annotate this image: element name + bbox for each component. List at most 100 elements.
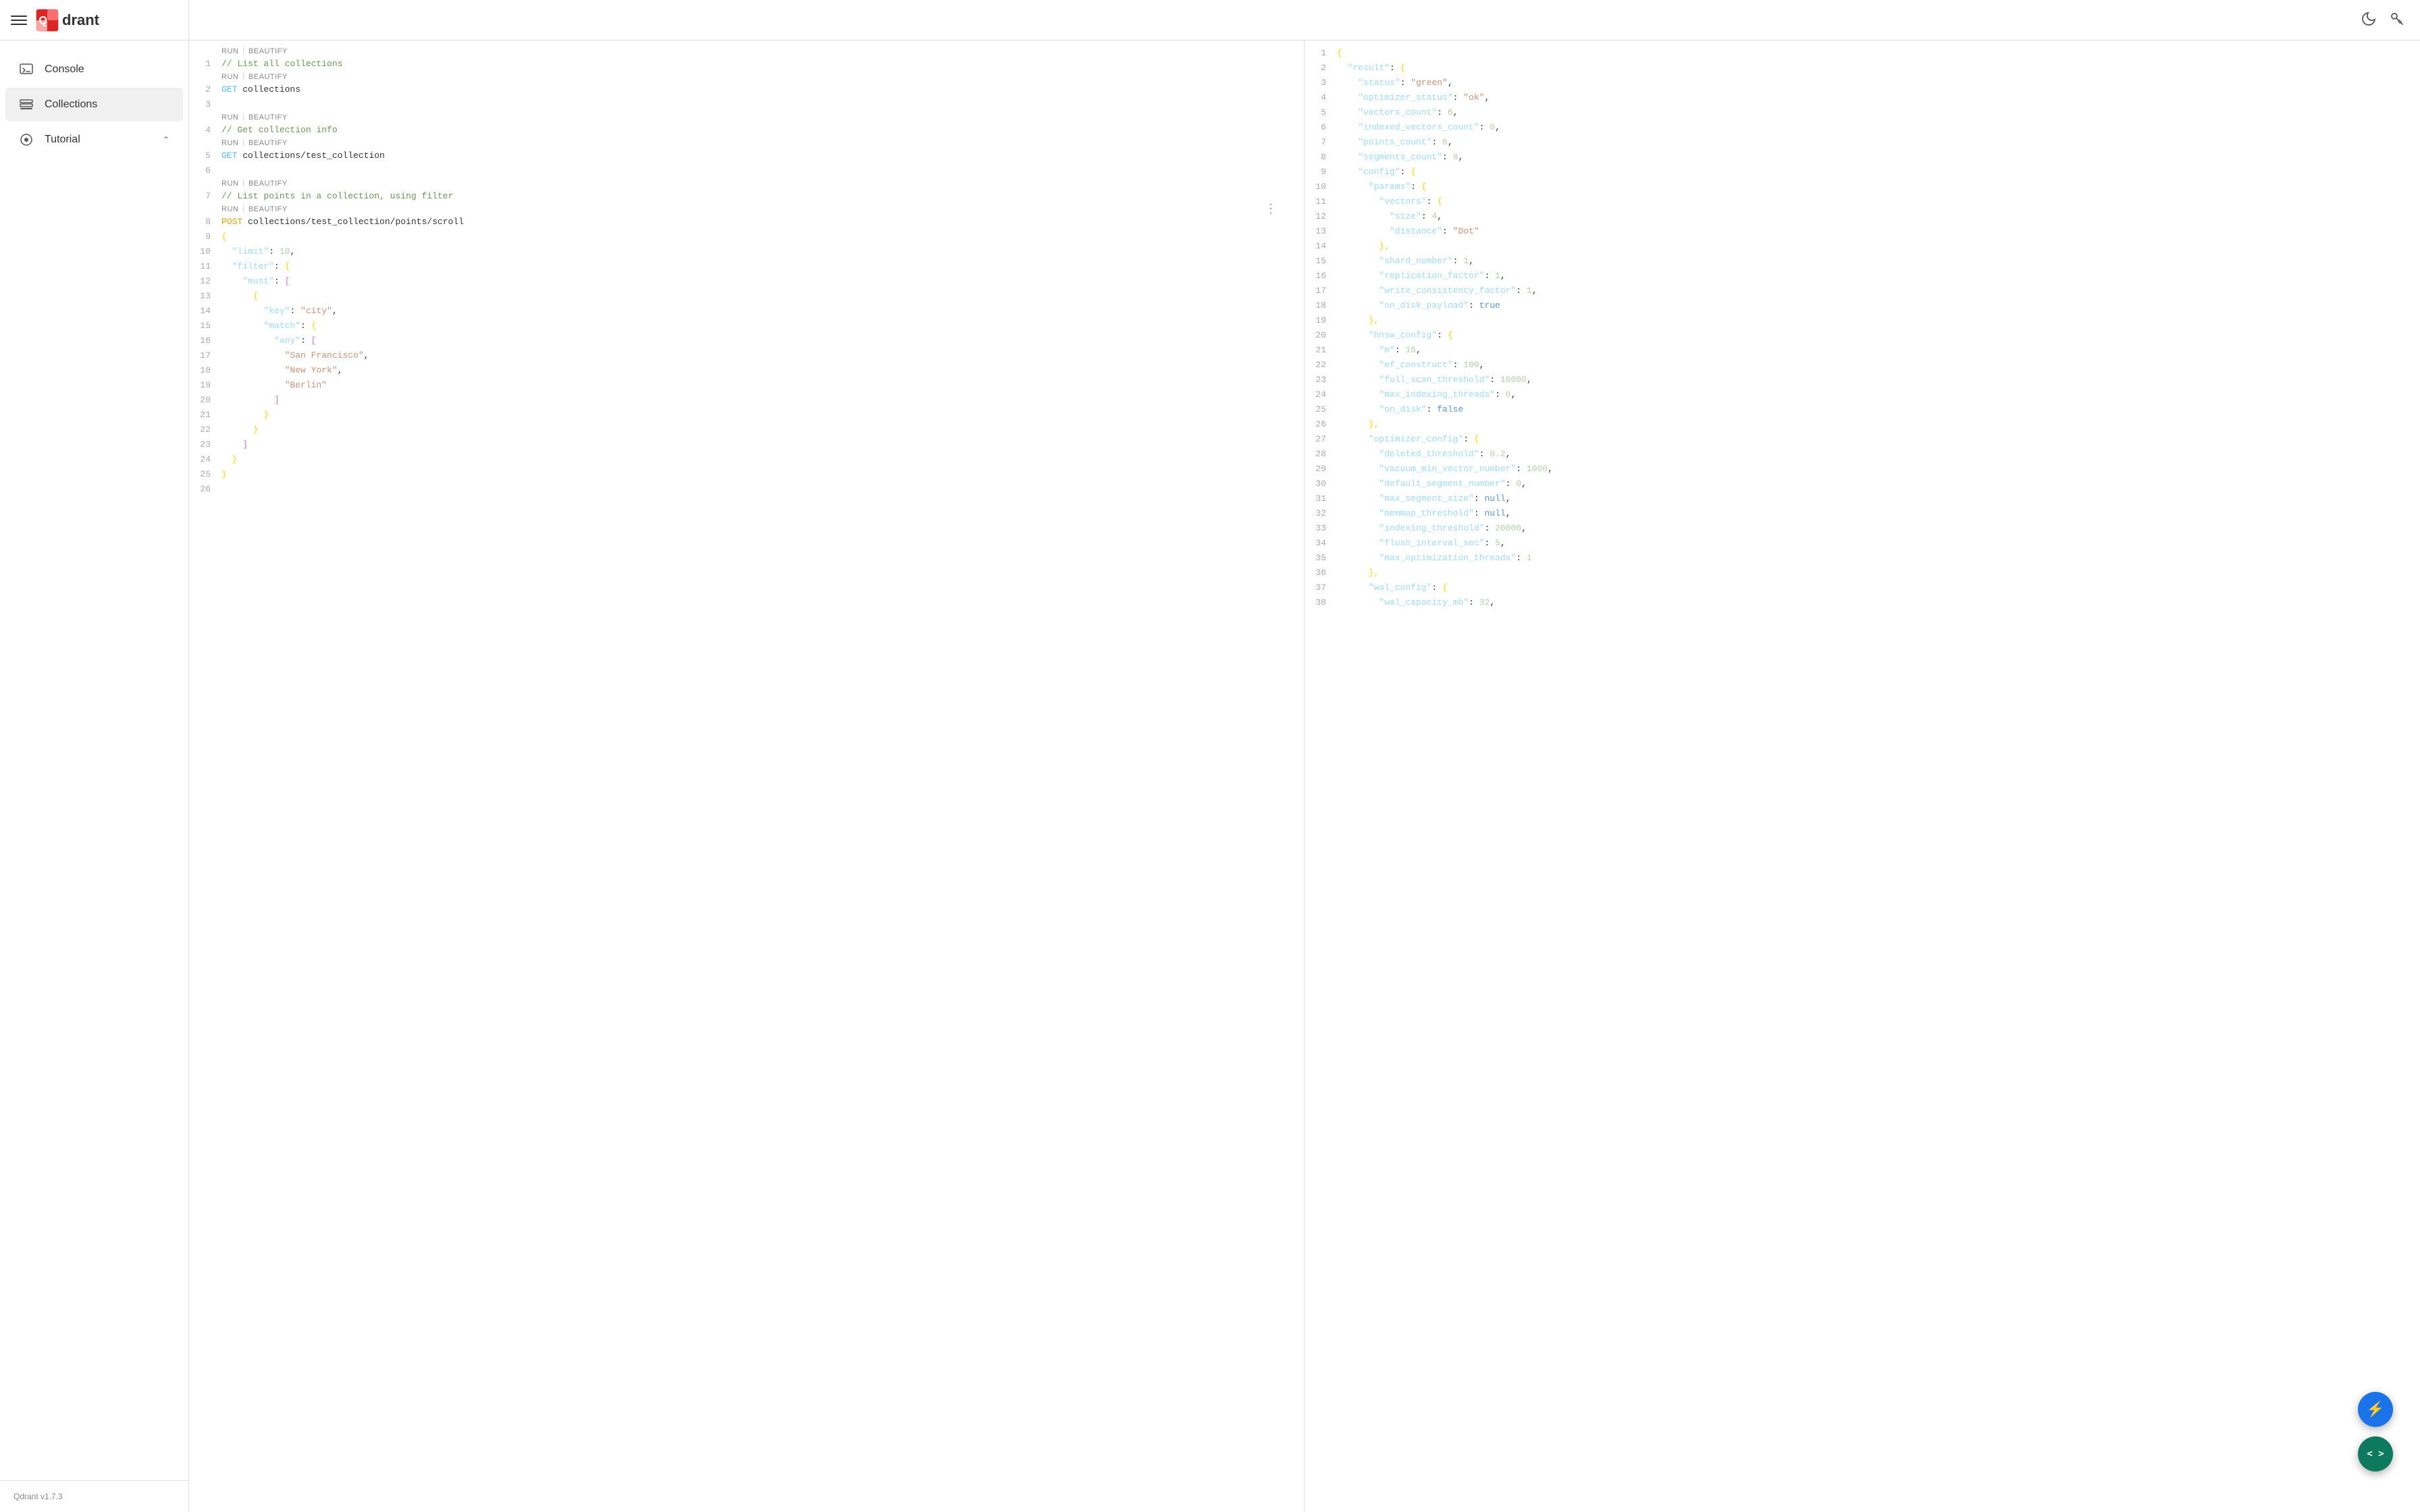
- code-editor[interactable]: RUN | BEAUTIFY 1 // List all collections…: [189, 40, 1304, 1512]
- console-icon: [19, 62, 34, 77]
- output-line-12: 12 "size": 4,: [1305, 209, 2420, 224]
- code-line-20: 20 ]: [189, 393, 1304, 408]
- output-line-28: 28 "deleted_threshold": 0.2,: [1305, 447, 2420, 462]
- output-line-11: 11 "vectors": {: [1305, 194, 2420, 209]
- logo-text: drant: [62, 11, 99, 29]
- code-line-19: 19 "Berlin": [189, 378, 1304, 393]
- sidebar-item-tutorial[interactable]: Tutorial ⌃: [5, 123, 183, 157]
- code-line-24: 24 }: [189, 452, 1304, 467]
- sidebar-footer: Qdrant v1.7.3: [0, 1480, 188, 1512]
- beautify-button-1[interactable]: BEAUTIFY: [248, 47, 288, 55]
- output-line-25: 25 "on_disk": false: [1305, 402, 2420, 417]
- fab-container: ⚡ < >: [2358, 1392, 2393, 1472]
- code-line-3: 3: [189, 97, 1304, 112]
- lightning-fab-button[interactable]: ⚡: [2358, 1392, 2393, 1427]
- code-line-18: 18 "New York",: [189, 363, 1304, 378]
- output-line-38: 38 "wal_capacity_mb": 32,: [1305, 595, 2420, 610]
- code-line-15: 15 "match": {: [189, 319, 1304, 333]
- run-beautify-bar-2: RUN | BEAUTIFY: [189, 72, 1304, 82]
- run-beautify-bar-6: RUN | BEAUTIFY ⋮: [189, 204, 1304, 215]
- code-line-5: 5 GET collections/test_collection: [189, 148, 1304, 163]
- run-beautify-bar-4: RUN | BEAUTIFY: [189, 138, 1304, 148]
- code-line-16: 16 "any": [: [189, 333, 1304, 348]
- code-line-17: 17 "San Francisco",: [189, 348, 1304, 363]
- output-line-10: 10 "params": {: [1305, 180, 2420, 194]
- code-line-14: 14 "key": "city",: [189, 304, 1304, 319]
- output-display: 1 { 2 "result": { 3 "status": "green", 4…: [1305, 40, 2420, 1512]
- run-button-1[interactable]: RUN: [221, 47, 238, 55]
- output-line-14: 14 },: [1305, 239, 2420, 254]
- api-key-icon[interactable]: [2389, 11, 2404, 29]
- output-line-29: 29 "vacuum_min_vector_number": 1000,: [1305, 462, 2420, 477]
- run-button-5[interactable]: RUN: [221, 180, 238, 188]
- output-line-19: 19 },: [1305, 313, 2420, 328]
- chevron-up-icon: ⌃: [163, 135, 169, 144]
- topbar: [189, 0, 2420, 40]
- output-line-31: 31 "max_segment_size": null,: [1305, 491, 2420, 506]
- topbar-icons: [2361, 11, 2404, 29]
- beautify-button-6[interactable]: BEAUTIFY: [248, 205, 288, 213]
- code-line-13: 13 {: [189, 289, 1304, 304]
- hamburger-icon[interactable]: [11, 12, 27, 28]
- theme-toggle-icon[interactable]: [2361, 11, 2375, 29]
- output-panel: 1 { 2 "result": { 3 "status": "green", 4…: [1305, 40, 2420, 1512]
- code-line-21: 21 }: [189, 408, 1304, 423]
- output-line-5: 5 "vectors_count": 6,: [1305, 105, 2420, 120]
- output-line-37: 37 "wal_config": {: [1305, 580, 2420, 595]
- output-line-7: 7 "points_count": 6,: [1305, 135, 2420, 150]
- code-line-11: 11 "filter": {: [189, 259, 1304, 274]
- output-line-8: 8 "segments_count": 8,: [1305, 150, 2420, 165]
- output-line-18: 18 "on_disk_payload": true: [1305, 298, 2420, 313]
- code-line-9: 9 {: [189, 230, 1304, 244]
- output-line-2: 2 "result": {: [1305, 61, 2420, 76]
- sidebar-item-collections[interactable]: Collections: [5, 88, 183, 122]
- output-line-36: 36 },: [1305, 566, 2420, 580]
- collections-icon: [19, 97, 34, 112]
- output-line-17: 17 "write_consistency_factor": 1,: [1305, 284, 2420, 298]
- main-area: RUN | BEAUTIFY 1 // List all collections…: [189, 0, 2420, 1512]
- output-line-32: 32 "memmap_threshold": null,: [1305, 506, 2420, 521]
- run-button-3[interactable]: RUN: [221, 113, 238, 122]
- code-line-12: 12 "must": [: [189, 274, 1304, 289]
- beautify-button-2[interactable]: BEAUTIFY: [248, 73, 288, 81]
- code-line-22: 22 }: [189, 423, 1304, 437]
- output-line-13: 13 "distance": "Dot": [1305, 224, 2420, 239]
- run-button-6[interactable]: RUN: [221, 205, 238, 213]
- output-line-24: 24 "max_indexing_threads": 0,: [1305, 387, 2420, 402]
- tutorial-icon: [19, 132, 34, 147]
- logo-icon: Q: [35, 8, 59, 32]
- output-line-27: 27 "optimizer_config": {: [1305, 432, 2420, 447]
- code-line-25: 25 }: [189, 467, 1304, 482]
- code-line-1: 1 // List all collections: [189, 57, 1304, 72]
- output-line-9: 9 "config": {: [1305, 165, 2420, 180]
- output-line-4: 4 "optimizer_status": "ok",: [1305, 90, 2420, 105]
- logo-container: Q drant: [35, 8, 99, 32]
- code-line-26: 26: [189, 482, 1304, 497]
- sidebar-item-console-label: Console: [45, 63, 169, 76]
- sidebar-item-tutorial-label: Tutorial: [45, 134, 152, 146]
- code-line-23: 23 ]: [189, 437, 1304, 452]
- code-line-7: 7 // List points in a collection, using …: [189, 189, 1304, 204]
- output-line-20: 20 "hnsw_config": {: [1305, 328, 2420, 343]
- beautify-button-5[interactable]: BEAUTIFY: [248, 180, 288, 188]
- lightning-icon: ⚡: [2366, 1401, 2384, 1418]
- output-line-21: 21 "m": 16,: [1305, 343, 2420, 358]
- run-button-4[interactable]: RUN: [221, 139, 238, 147]
- run-beautify-bar-1: RUN | BEAUTIFY: [189, 46, 1304, 57]
- code-fab-button[interactable]: < >: [2358, 1436, 2393, 1472]
- sidebar-header: Q drant: [0, 0, 188, 40]
- sidebar-item-console[interactable]: Console: [5, 53, 183, 86]
- svg-text:Q: Q: [38, 14, 47, 26]
- beautify-button-3[interactable]: BEAUTIFY: [248, 113, 288, 122]
- run-beautify-bar-5: RUN | BEAUTIFY: [189, 178, 1304, 189]
- sidebar-item-collections-label: Collections: [45, 99, 169, 111]
- beautify-button-4[interactable]: BEAUTIFY: [248, 139, 288, 147]
- output-line-33: 33 "indexing_threshold": 20000,: [1305, 521, 2420, 536]
- run-button-2[interactable]: RUN: [221, 73, 238, 81]
- sidebar-nav: Console Collections Tutorial ⌃: [0, 40, 188, 1480]
- output-line-16: 16 "replication_factor": 1,: [1305, 269, 2420, 284]
- output-line-1: 1 {: [1305, 46, 2420, 61]
- editor-area: RUN | BEAUTIFY 1 // List all collections…: [189, 40, 2420, 1512]
- code-brackets-icon: < >: [2367, 1449, 2384, 1459]
- output-line-22: 22 "ef_construct": 100,: [1305, 358, 2420, 373]
